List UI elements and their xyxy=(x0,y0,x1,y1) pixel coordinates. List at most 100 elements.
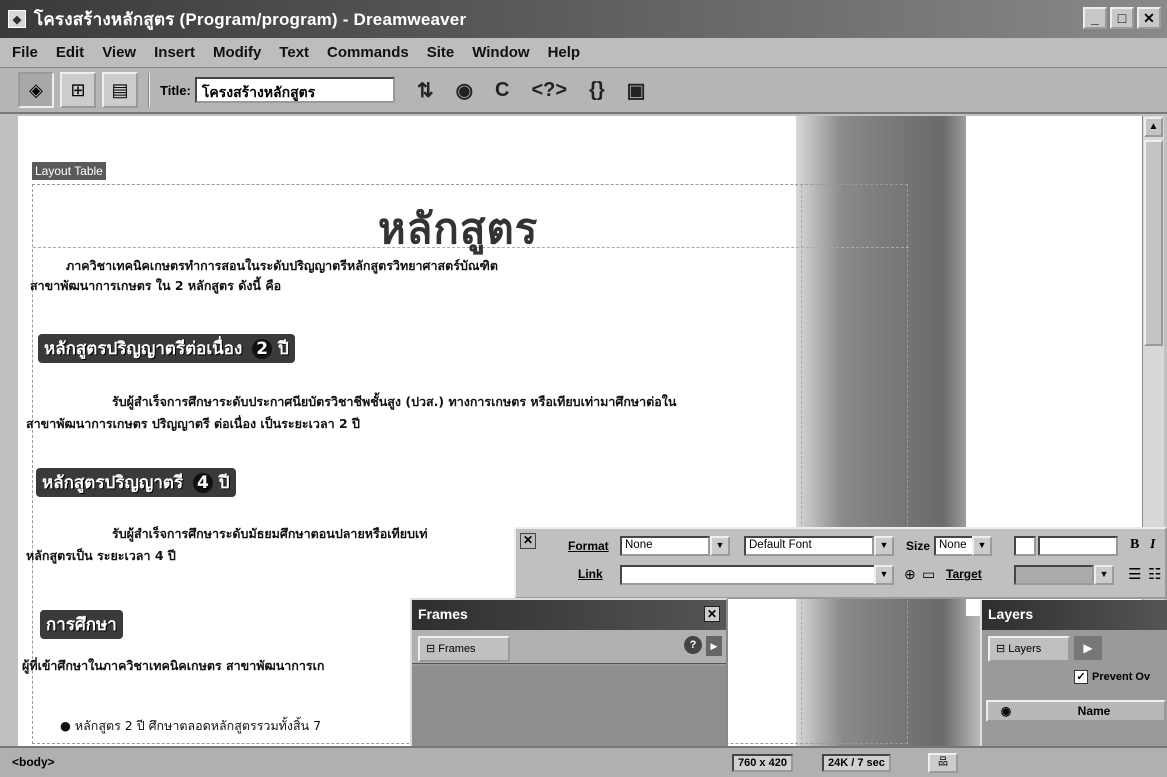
font-select[interactable]: Default Font xyxy=(744,536,874,556)
intro-line-2: สาขาพัฒนาการเกษตร ใน 2 หลักสูตร ดังนี้ ค… xyxy=(30,278,282,293)
prevent-overlaps-checkbox[interactable]: ✓ xyxy=(1074,670,1088,684)
italic-button[interactable]: I xyxy=(1150,537,1155,553)
prevent-overlaps-option[interactable]: ✓ Prevent Ov xyxy=(1074,670,1150,684)
title-bar: ◆ โครงสร้างหลักสูตร (Program/program) - … xyxy=(0,0,1167,38)
section-number: 2 xyxy=(252,339,273,359)
menu-file[interactable]: File xyxy=(12,44,38,61)
timeline-tab-icon[interactable]: ▶ xyxy=(1074,636,1102,660)
window-size-popup[interactable]: 760 x 420 xyxy=(732,754,793,772)
tab-frames[interactable]: ⊟ Frames xyxy=(418,636,510,662)
tag-selector[interactable]: <body> xyxy=(12,755,55,769)
link-input[interactable] xyxy=(620,565,876,585)
browse-folder-icon[interactable]: ▭ xyxy=(922,566,935,583)
tab-layers[interactable]: ⊟ Layers xyxy=(988,636,1070,662)
panel-menu-arrow-icon[interactable]: ▶ xyxy=(706,636,722,656)
file-management-icon[interactable]: ⇅ xyxy=(417,78,434,103)
dreamweaver-icon[interactable]: ◆ xyxy=(8,10,26,28)
text-color-swatch[interactable] xyxy=(1014,536,1036,556)
chevron-down-icon[interactable]: ▼ xyxy=(874,565,894,585)
close-icon[interactable]: ✕ xyxy=(520,533,536,549)
maximize-button[interactable]: □ xyxy=(1110,7,1134,29)
close-icon[interactable]: ✕ xyxy=(704,606,720,622)
frames-tab-row: ⊟ Frames ? ▶ xyxy=(412,630,726,664)
section-unit: ปี xyxy=(277,339,289,359)
section-title: หลักสูตรปริญญาตรีต่อเนื่อง xyxy=(44,339,243,359)
menu-bar: File Edit View Insert Modify Text Comman… xyxy=(0,38,1167,68)
menu-edit[interactable]: Edit xyxy=(56,44,84,61)
layers-column-header: ◉ Name xyxy=(986,700,1166,722)
menu-insert[interactable]: Insert xyxy=(154,44,195,61)
section-number: 4 xyxy=(193,473,213,493)
menu-modify[interactable]: Modify xyxy=(213,44,261,61)
section-heading-study: การศึกษา xyxy=(40,610,123,639)
chevron-down-icon[interactable]: ▼ xyxy=(874,536,894,556)
menu-window[interactable]: Window xyxy=(472,44,529,61)
download-size-indicator: 24K / 7 sec xyxy=(822,754,891,772)
size-label: Size xyxy=(906,539,931,553)
document-toolbar: ◈ ⊞ ▤ Title: โครงสร้างหลักสูตร ⇅ ◉ C <?>… xyxy=(0,68,1167,114)
section1-line-1: รับผู้สำเร็จการศึกษาระดับประกาศนียบัตรวิ… xyxy=(112,394,677,409)
section-title: หลักสูตรปริญญาตรี xyxy=(42,473,184,493)
reference-icon[interactable]: <?> xyxy=(532,79,568,102)
unordered-list-icon[interactable]: ☰ xyxy=(1128,565,1141,583)
show-code-view-button[interactable]: ◈ xyxy=(18,72,54,108)
bold-button[interactable]: B xyxy=(1130,537,1139,553)
name-column-header[interactable]: Name xyxy=(1024,704,1164,718)
chevron-down-icon[interactable]: ▼ xyxy=(972,536,992,556)
chevron-down-icon[interactable]: ▼ xyxy=(1094,565,1114,585)
help-icon[interactable]: ? xyxy=(684,636,702,654)
window-title: โครงสร้างหลักสูตร (Program/program) - Dr… xyxy=(34,9,467,29)
point-to-file-icon[interactable]: ⊕ xyxy=(904,566,916,583)
layers-icon: ⊟ xyxy=(996,643,1006,655)
layout-table-tab[interactable]: Layout Table xyxy=(32,162,106,180)
menu-commands[interactable]: Commands xyxy=(327,44,409,61)
preview-browser-icon[interactable]: ◉ xyxy=(456,78,473,103)
minimize-button[interactable]: _ xyxy=(1083,7,1107,29)
section2-line-2: หลักสูตรเป็น ระยะเวลา 4 ปี xyxy=(26,548,176,563)
refresh-icon[interactable]: C xyxy=(495,79,509,102)
link-label: Link xyxy=(578,567,603,581)
format-label: Format xyxy=(568,539,609,553)
menu-site[interactable]: Site xyxy=(427,44,455,61)
layout-cell-divider xyxy=(801,185,802,745)
site-map-icon[interactable]: 品 xyxy=(928,753,958,773)
show-code-design-view-button[interactable]: ⊞ xyxy=(60,72,96,108)
section1-line-2: สาขาพัฒนาการเกษตร ปริญญาตรี ต่อเนื่อง เป… xyxy=(26,416,360,431)
ordered-list-icon[interactable]: ☷ xyxy=(1148,565,1161,583)
code-view-icon: ◈ xyxy=(29,79,43,100)
frames-icon: ⊟ xyxy=(426,643,436,655)
section3-line-1: ผู้ที่เข้าศึกษาในภาควิชาเทคนิคเกษตร สาขา… xyxy=(22,658,325,673)
size-select[interactable]: None xyxy=(934,536,974,556)
section-heading-bachelor: หลักสูตรปริญญาตรี 4 ปี xyxy=(36,468,236,497)
chevron-down-icon[interactable]: ▼ xyxy=(710,536,730,556)
text-color-input[interactable] xyxy=(1038,536,1118,556)
scrollbar-thumb[interactable] xyxy=(1144,140,1163,346)
show-design-view-button[interactable]: ▤ xyxy=(102,72,138,108)
eye-icon[interactable]: ◉ xyxy=(988,704,1024,718)
frames-panel-title-text: Frames xyxy=(418,606,468,622)
close-button[interactable]: ✕ xyxy=(1137,7,1161,29)
property-inspector: ✕ Format None ▼ Default Font ▼ Size None… xyxy=(514,527,1167,599)
section-unit: ปี xyxy=(218,473,230,493)
tab-frames-label: Frames xyxy=(438,643,476,655)
target-label: Target xyxy=(946,567,982,581)
target-select[interactable] xyxy=(1014,565,1094,585)
code-navigation-icon[interactable]: {} xyxy=(589,79,605,102)
window-controls: _ □ ✕ xyxy=(1083,7,1161,29)
scroll-up-arrow-icon[interactable]: ▲ xyxy=(1144,117,1163,137)
menu-help[interactable]: Help xyxy=(548,44,581,61)
bullet-item: ● หลักสูตร 2 ปี ศึกษาตลอดหลักสูตรรวมทั้ง… xyxy=(60,718,322,733)
section2-line-1: รับผู้สำเร็จการศึกษาระดับมัธยมศึกษาตอนปล… xyxy=(112,526,428,541)
menu-text[interactable]: Text xyxy=(279,44,309,61)
design-view-icon: ▤ xyxy=(111,79,129,100)
view-options-icon[interactable]: ▣ xyxy=(627,78,646,103)
format-select[interactable]: None xyxy=(620,536,710,556)
layers-panel-title: Layers xyxy=(982,600,1167,630)
section-heading-continuing: หลักสูตรปริญญาตรีต่อเนื่อง 2 ปี xyxy=(38,334,295,363)
page-heading: หลักสูตร xyxy=(378,204,539,253)
split-view-icon: ⊞ xyxy=(70,79,86,100)
menu-view[interactable]: View xyxy=(102,44,136,61)
toolbar-separator xyxy=(148,73,150,107)
page-title-input[interactable]: โครงสร้างหลักสูตร xyxy=(194,77,395,103)
title-label: Title: xyxy=(160,82,191,98)
